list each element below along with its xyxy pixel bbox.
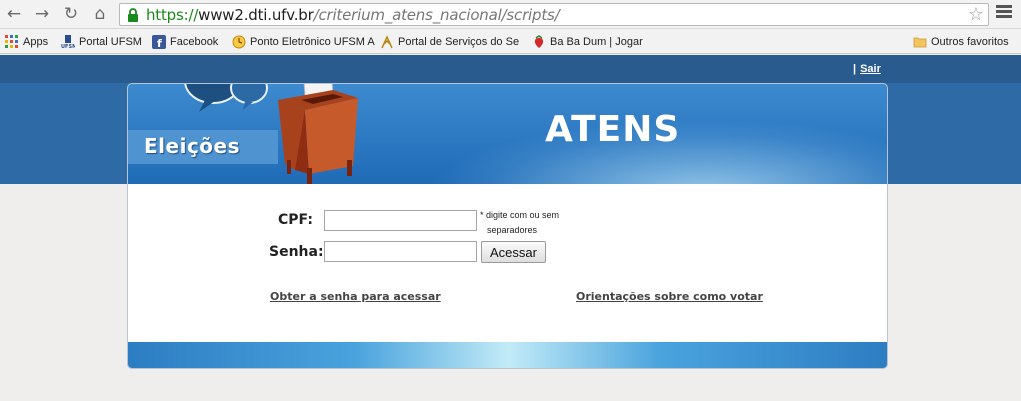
bookmark-apps-label: Apps (23, 35, 49, 48)
strawberry-icon (534, 34, 544, 48)
top-bar: | Sair (0, 55, 1021, 83)
bookmark-label: Portal UFSM (79, 35, 142, 48)
url-text: https://www2.dti.ufv.br/criterium_atens_… (146, 6, 560, 24)
svg-text:UFSM: UFSM (61, 44, 75, 49)
url-host: www2.dti.ufv.br (198, 6, 314, 24)
browser-toolbar: ← → ↻ ⌂ https://www2.dti.ufv.br/criteriu… (0, 0, 1021, 29)
ballot-box-icon (184, 84, 358, 184)
voting-guide-link[interactable]: Orientações sobre como votar (576, 290, 763, 303)
logout-link[interactable]: Sair (860, 63, 881, 75)
url-path: /criterium_atens_nacional/scripts/ (313, 6, 560, 24)
address-bar[interactable]: https://www2.dti.ufv.br/criterium_atens_… (119, 3, 989, 26)
bookmark-label: Ba Ba Dum | Jogar (550, 35, 643, 48)
cpf-hint: * digite com ou sem separadores (480, 208, 559, 238)
bookmark-portal-servicos[interactable]: Portal de Serviços do Se (380, 33, 519, 50)
page: | Sair Eleições ATENS CPF: * digite com … (0, 55, 1021, 401)
wheat-icon (381, 34, 393, 48)
bookmark-label: Ponto Eletrônico UFSM A (250, 35, 375, 48)
elections-banner: Eleições ATENS (128, 84, 887, 184)
atens-title: ATENS (545, 109, 681, 150)
bookmark-label: Outros favoritos (931, 35, 1009, 48)
cpf-hint-line1: * digite com ou sem (480, 210, 560, 220)
bookmark-apps[interactable]: Apps (5, 33, 48, 50)
bookmark-star-icon[interactable]: ☆ (968, 4, 984, 25)
login-panel: Eleições ATENS CPF: * digite com ou sem … (127, 83, 888, 369)
bookmark-label: Facebook (170, 35, 219, 48)
bookmarks-bar: Apps UFSM Portal UFSM f Facebook Ponto E… (0, 29, 1021, 54)
bookmark-label: Portal de Serviços do Se (398, 35, 520, 48)
bookmark-other-favorites[interactable]: Outros favoritos (913, 33, 1009, 50)
cpf-label: CPF: (278, 212, 313, 228)
separator: | (853, 63, 857, 75)
facebook-icon: f (152, 34, 166, 49)
apps-grid-icon (5, 34, 18, 48)
ufsm-logo-icon: UFSM (61, 34, 75, 49)
senha-label: Senha: (269, 244, 324, 260)
lock-icon (128, 8, 138, 22)
back-arrow-icon[interactable]: ← (4, 4, 24, 24)
home-icon[interactable]: ⌂ (90, 4, 110, 24)
bookmark-portal-ufsm[interactable]: UFSM Portal UFSM (61, 33, 142, 50)
footer-bar (128, 342, 887, 368)
acessar-button[interactable]: Acessar (481, 241, 546, 263)
clock-icon (232, 35, 246, 48)
cpf-input[interactable] (324, 210, 477, 231)
bookmark-ponto-eletronico[interactable]: Ponto Eletrônico UFSM A (232, 33, 375, 50)
url-scheme: https:// (146, 6, 199, 24)
forward-arrow-icon[interactable]: → (32, 4, 52, 24)
folder-icon (913, 37, 927, 47)
bookmark-facebook[interactable]: f Facebook (152, 33, 218, 50)
menu-icon[interactable] (996, 5, 1012, 21)
cpf-hint-line2: separadores (487, 225, 538, 235)
bookmark-ba-ba-dum[interactable]: Ba Ba Dum | Jogar (532, 33, 643, 50)
logout-area: | Sair (853, 63, 881, 75)
svg-text:f: f (157, 37, 162, 49)
get-password-link[interactable]: Obter a senha para acessar (270, 290, 441, 303)
senha-input[interactable] (324, 241, 477, 262)
login-form: CPF: * digite com ou sem separadores Sen… (128, 184, 887, 342)
reload-icon[interactable]: ↻ (61, 4, 81, 24)
